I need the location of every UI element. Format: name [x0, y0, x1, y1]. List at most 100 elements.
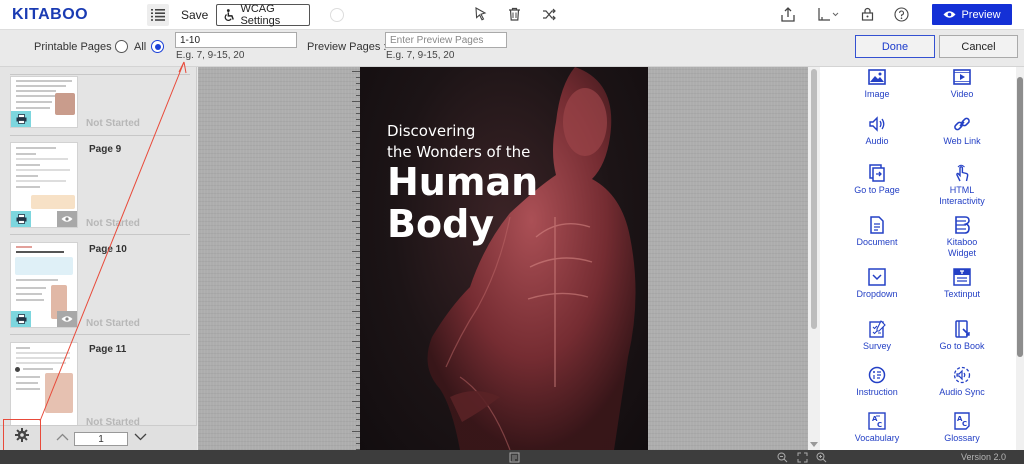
select-pointer-icon[interactable] — [473, 6, 489, 22]
thumbnail-divider — [10, 334, 190, 335]
lock-icon[interactable] — [859, 6, 875, 22]
widget-document[interactable]: Document — [833, 215, 921, 248]
preview-page-eye-icon[interactable] — [57, 311, 77, 327]
widget-go-to-page[interactable]: Go to Page — [833, 163, 921, 196]
page-label: Page 11 — [89, 344, 127, 355]
toc-button[interactable] — [147, 4, 169, 26]
widget-glossary[interactable]: A C Glossary — [918, 411, 1006, 444]
widget-textinput[interactable]: Textinput — [918, 267, 1006, 300]
widget-label: Web Link — [943, 136, 981, 146]
radio-page-range[interactable] — [151, 40, 164, 53]
settings-button[interactable] — [3, 419, 41, 451]
widget-video[interactable]: Video — [918, 67, 1006, 100]
print-page-icon[interactable] — [11, 211, 31, 227]
widget-audio-sync[interactable]: Audio Sync — [918, 365, 1006, 398]
thumbnail-divider — [10, 74, 190, 75]
ruler-tick — [352, 221, 360, 222]
widget-touch-hand[interactable]: HTML Interactivity — [918, 163, 1006, 207]
print-page-icon[interactable] — [11, 311, 31, 327]
ruler-tick — [352, 311, 360, 312]
zoom-out-icon[interactable] — [776, 451, 788, 463]
disabled-tool-icon — [330, 8, 344, 22]
svg-text:C: C — [962, 420, 967, 428]
document-icon — [867, 215, 887, 235]
widget-label: Vocabulary — [854, 433, 900, 443]
share-upload-icon[interactable] — [780, 6, 796, 22]
page-status: Not Started — [86, 218, 140, 229]
widget-kitaboo-widget[interactable]: Kitaboo Widget — [918, 215, 1006, 259]
shuffle-icon[interactable] — [541, 6, 557, 22]
dropdown-icon — [867, 267, 887, 287]
widget-survey[interactable]: Survey — [833, 319, 921, 352]
widget-audio-speaker[interactable]: Audio — [833, 114, 921, 147]
widget-scrollbar-thumb[interactable] — [1017, 77, 1023, 357]
print-page-icon[interactable] — [11, 111, 31, 127]
toc-list-icon — [151, 9, 165, 21]
preview-button[interactable]: Preview — [932, 4, 1012, 25]
preview-page-eye-icon[interactable] — [57, 211, 77, 227]
book-cover-page[interactable]: Discovering the Wonders of the Human Bod… — [360, 67, 648, 450]
previous-page-button[interactable] — [55, 431, 69, 443]
page-label: Page 10 — [89, 244, 127, 255]
all-label: All — [134, 41, 147, 53]
page-status: Not Started — [86, 318, 140, 329]
widget-web-link[interactable]: Web Link — [918, 114, 1006, 147]
printable-range-input[interactable] — [175, 32, 297, 48]
page-status: Not Started — [86, 417, 140, 425]
survey-icon — [867, 319, 887, 339]
wcag-settings-button[interactable]: WCAG Settings — [216, 3, 310, 27]
scroll-down-arrow-icon[interactable] — [810, 442, 818, 447]
kitaboo-logo: KITABOO — [12, 6, 89, 23]
cover-title-line: Body — [387, 202, 495, 246]
widget-label: Document — [856, 237, 898, 247]
page-thumbnail[interactable] — [10, 342, 78, 425]
fit-screen-icon[interactable] — [796, 451, 808, 463]
printable-range-hint: E.g. 7, 9-15, 20 — [176, 50, 245, 61]
widget-panel-scrollbar[interactable] — [1016, 67, 1024, 450]
top-toolbar: KITABOO Save WCAG Settings Preview — [0, 0, 1024, 30]
preview-pages-hint: E.g. 7, 9-15, 20 — [386, 50, 455, 61]
ruler-tick — [352, 281, 360, 282]
ruler-tick — [352, 431, 360, 432]
widget-instruction[interactable]: Instruction — [833, 365, 921, 398]
cover-subtitle: Discovering the Wonders of the — [387, 121, 530, 163]
touch-hand-icon — [952, 163, 972, 183]
zoom-in-icon[interactable] — [815, 451, 827, 463]
page-thumbnail[interactable] — [10, 142, 78, 228]
next-page-button[interactable] — [133, 431, 147, 443]
gear-icon — [15, 428, 29, 442]
widget-vocabulary[interactable]: A C Vocabulary — [833, 411, 921, 444]
widget-label: Dropdown — [856, 289, 898, 299]
widget-go-to-book[interactable]: Go to Book — [918, 319, 1006, 352]
preview-pages-input[interactable] — [385, 32, 507, 48]
page-thumbnail[interactable] — [10, 242, 78, 328]
widget-dropdown[interactable]: Dropdown — [833, 267, 921, 300]
page-number-input[interactable] — [74, 432, 128, 446]
page-thumbnail[interactable] — [10, 76, 78, 128]
version-label: Version 2.0 — [960, 452, 1006, 462]
help-icon[interactable] — [893, 6, 909, 22]
canvas-scrollbar-thumb[interactable] — [811, 69, 817, 329]
widget-label: Kitaboo Widget — [946, 237, 978, 258]
trash-icon[interactable] — [506, 6, 522, 22]
layout-alignment-icon[interactable] — [816, 6, 840, 22]
radio-all-pages[interactable] — [115, 40, 128, 53]
vocabulary-icon: AC — [867, 411, 887, 431]
cancel-button[interactable]: Cancel — [939, 35, 1018, 58]
widget-label: Instruction — [856, 387, 898, 397]
widget-label: Go to Page — [854, 185, 900, 195]
widget-panel: Image Video Audio Web Link Go to Page HTML In… — [820, 67, 1016, 450]
book-page-canvas[interactable]: Discovering the Wonders of the Human Bod… — [198, 67, 808, 450]
page-view-icon[interactable] — [508, 451, 520, 463]
widget-image[interactable]: Image — [833, 67, 921, 100]
save-button[interactable]: Save — [181, 8, 208, 22]
done-button[interactable]: Done — [855, 35, 935, 58]
audio-speaker-icon — [867, 114, 887, 134]
printable-pages-label: Printable Pages : — [34, 41, 118, 53]
widget-label: Go to Book — [939, 341, 985, 351]
web-link-icon — [952, 114, 972, 134]
chevron-down-icon — [134, 433, 146, 441]
canvas-scrollbar[interactable] — [808, 67, 820, 450]
image-icon — [867, 67, 887, 87]
instruction-icon — [867, 365, 887, 385]
